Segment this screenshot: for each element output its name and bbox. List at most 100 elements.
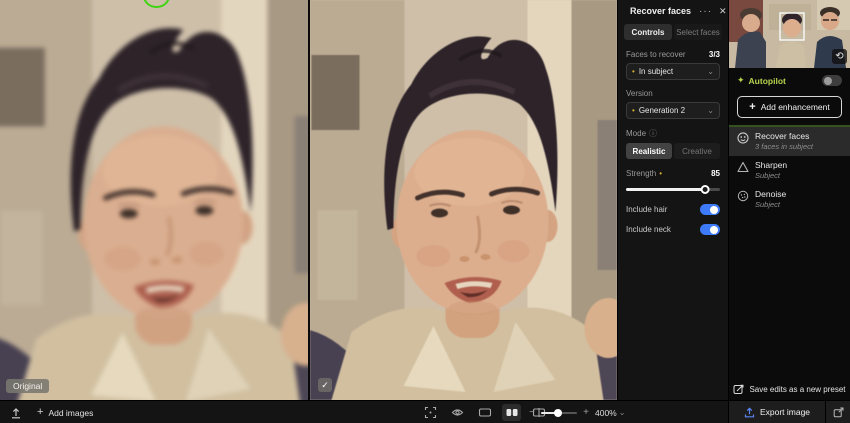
zoom-slider[interactable]	[541, 408, 577, 417]
zoom-level-select[interactable]: 400% ⌄	[595, 408, 625, 418]
enhancement-detail: Subject	[755, 171, 787, 180]
strength-value: 85	[711, 169, 720, 178]
before-image-pane[interactable]: Original	[0, 0, 308, 400]
export-row: Export image	[729, 400, 850, 423]
plus-icon: +	[749, 102, 755, 113]
face-icon	[737, 132, 749, 144]
autopilot-label: Autopilot	[749, 76, 818, 86]
include-neck-label: Include neck	[626, 225, 671, 234]
enhancement-name: Denoise	[755, 189, 786, 199]
faces-to-recover-label: Faces to recover	[626, 50, 686, 59]
include-neck-toggle[interactable]	[700, 224, 720, 235]
panel-header: Recover faces ··· ✕	[626, 0, 720, 22]
strength-label: Strength	[626, 169, 656, 178]
upload-icon[interactable]	[10, 407, 22, 419]
include-hair-row: Include hair	[626, 204, 720, 215]
photo-before	[0, 0, 308, 400]
export-image-label: Export image	[760, 407, 810, 417]
version-select[interactable]: • Generation 2 ⌄	[626, 102, 720, 119]
chevron-down-icon: ⌄	[619, 408, 626, 417]
include-hair-toggle[interactable]	[700, 204, 720, 215]
status-dot-icon: •	[632, 106, 635, 115]
open-external-button[interactable]	[826, 401, 850, 423]
enhancement-name: Recover faces	[755, 131, 813, 141]
save-preset-icon	[733, 384, 744, 395]
enhanced-badge-icon: ✓	[318, 378, 332, 392]
single-view-icon	[478, 406, 492, 419]
recover-faces-panel: Recover faces ··· ✕ Controls Select face…	[617, 0, 728, 400]
sidebar: ⟲ ✦ Autopilot + Add enhancement Recover …	[728, 0, 850, 423]
eye-icon	[451, 406, 464, 419]
side-by-side-view-button[interactable]	[502, 404, 521, 421]
side-by-side-view-icon	[505, 406, 519, 419]
strength-slider[interactable]	[626, 183, 720, 195]
fit-to-screen-icon	[424, 406, 437, 419]
plus-icon: +	[37, 407, 43, 418]
after-image-pane[interactable]: ✓	[310, 0, 617, 400]
denoise-icon	[737, 190, 749, 202]
photo-editor-app: Original ✓ Recover faces ··· ✕ Controls …	[0, 0, 850, 423]
more-options-icon[interactable]: ···	[699, 6, 712, 17]
mode-label: Mode	[626, 129, 646, 138]
zoom-in-button[interactable]: +	[582, 407, 590, 418]
chevron-down-icon: ⌄	[707, 106, 714, 115]
open-external-icon	[833, 407, 844, 418]
image-viewer: Original ✓	[0, 0, 617, 400]
info-icon: ⓘ	[649, 128, 657, 139]
save-preset-label: Save edits as a new preset	[749, 385, 845, 394]
version-label: Version	[626, 89, 720, 98]
enhancement-detail: Subject	[755, 200, 786, 209]
mode-creative-button[interactable]: Creative	[674, 143, 720, 159]
enhancement-item-recover-faces[interactable]: Recover faces 3 faces in subject	[729, 127, 850, 156]
status-dot-icon: •	[632, 67, 635, 76]
include-neck-row: Include neck	[626, 224, 720, 235]
rotate-icon[interactable]: ⟲	[832, 49, 847, 64]
mode-realistic-button[interactable]: Realistic	[626, 143, 672, 159]
fit-to-screen-button[interactable]	[421, 404, 440, 421]
zoom-level-value: 400%	[595, 408, 617, 418]
strength-fill	[626, 188, 706, 191]
strength-knob[interactable]	[700, 185, 709, 194]
mode-segmented-control: Realistic Creative	[626, 143, 720, 159]
panel-tabs: Controls Select faces	[624, 24, 722, 40]
mode-label-row: Mode ⓘ	[626, 128, 720, 139]
enhancement-list: Recover faces 3 faces in subject Sharpen…	[729, 127, 850, 214]
zoom-out-button[interactable]: −	[528, 407, 536, 418]
status-dot-icon: •	[659, 169, 662, 178]
subject-select[interactable]: • In subject ⌄	[626, 63, 720, 80]
preview-toggle-button[interactable]	[448, 404, 467, 421]
add-images-button[interactable]: + Add images	[37, 407, 93, 418]
add-enhancement-label: Add enhancement	[761, 102, 830, 112]
add-enhancement-button[interactable]: + Add enhancement	[737, 96, 842, 118]
chevron-down-icon: ⌄	[707, 67, 714, 76]
add-images-label: Add images	[48, 408, 93, 418]
photo-after	[310, 0, 617, 400]
zoom-controls: − + 400% ⌄	[528, 401, 625, 423]
sparkle-icon: ✦	[737, 75, 745, 86]
enhancement-item-denoise[interactable]: Denoise Subject	[729, 185, 850, 214]
autopilot-toggle[interactable]	[822, 75, 842, 86]
save-preset-button[interactable]: Save edits as a new preset	[729, 378, 850, 400]
faces-to-recover-row: Faces to recover 3/3	[626, 50, 720, 59]
panel-title: Recover faces	[630, 6, 691, 16]
triangle-icon	[737, 161, 749, 173]
enhancement-name: Sharpen	[755, 160, 787, 170]
zoom-slider-knob[interactable]	[554, 409, 562, 417]
close-icon[interactable]: ✕	[719, 6, 727, 17]
export-icon	[744, 407, 755, 418]
tab-select-faces[interactable]: Select faces	[674, 24, 722, 40]
version-select-value: Generation 2	[639, 106, 685, 115]
single-view-button[interactable]	[475, 404, 494, 421]
enhancement-item-sharpen[interactable]: Sharpen Subject	[729, 156, 850, 185]
original-badge: Original	[6, 379, 49, 393]
strength-row: Strength • 85	[626, 169, 720, 178]
tab-controls[interactable]: Controls	[624, 24, 672, 40]
include-hair-label: Include hair	[626, 205, 667, 214]
export-image-button[interactable]: Export image	[729, 401, 825, 423]
subject-select-value: In subject	[639, 67, 673, 76]
enhancement-detail: 3 faces in subject	[755, 142, 813, 151]
image-thumbnail[interactable]: ⟲	[729, 0, 850, 68]
faces-to-recover-value: 3/3	[709, 50, 720, 59]
bottom-toolbar: + Add images	[0, 400, 728, 423]
autopilot-row: ✦ Autopilot	[729, 70, 850, 91]
